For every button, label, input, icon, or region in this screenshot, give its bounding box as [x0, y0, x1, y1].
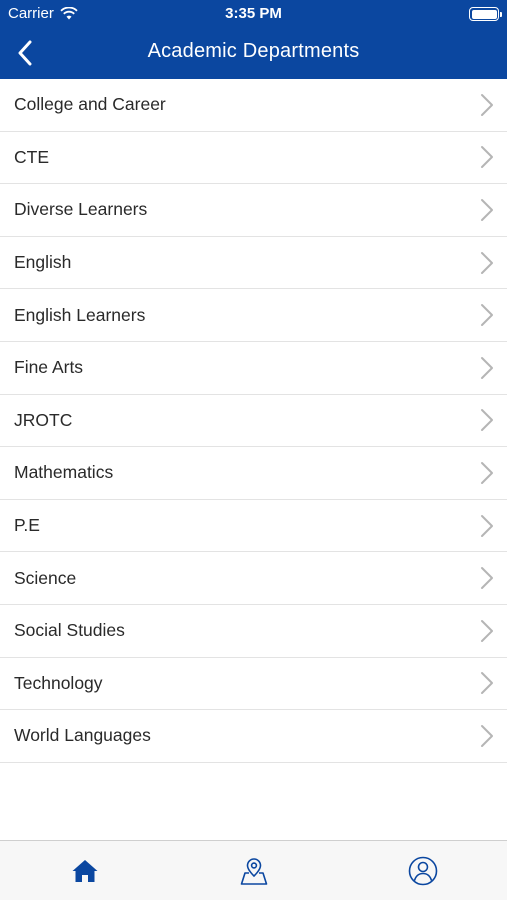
- list-item[interactable]: College and Career: [0, 79, 507, 132]
- departments-list: College and Career CTE Diverse Learners Eng…: [0, 79, 507, 763]
- list-item-label: World Languages: [14, 725, 151, 746]
- list-item[interactable]: Technology: [0, 657, 507, 711]
- chevron-right-icon: [479, 145, 495, 169]
- chevron-right-icon: [479, 356, 495, 380]
- chevron-right-icon: [479, 671, 495, 695]
- top-bar: Carrier 3:35 PM Academic Departments: [0, 0, 507, 79]
- chevron-right-icon: [479, 251, 495, 275]
- list-item[interactable]: P.E: [0, 499, 507, 553]
- list-item[interactable]: Science: [0, 552, 507, 605]
- list-item[interactable]: JROTC: [0, 394, 507, 448]
- chevron-right-icon: [479, 408, 495, 432]
- list-item-label: CTE: [14, 146, 49, 167]
- map-pin-icon: [240, 857, 267, 885]
- list-item-label: Fine Arts: [14, 357, 84, 378]
- tab-profile[interactable]: [338, 841, 507, 900]
- list-item-label: Social Studies: [14, 620, 125, 641]
- status-bar: Carrier 3:35 PM: [0, 0, 507, 28]
- status-time: 3:35 PM: [225, 5, 282, 22]
- chevron-right-icon: [479, 724, 495, 748]
- list-item[interactable]: English: [0, 236, 507, 290]
- list-item-label: Diverse Learners: [14, 199, 148, 220]
- chevron-right-icon: [479, 514, 495, 538]
- tab-bar: [0, 840, 507, 900]
- list-item-label: Science: [14, 567, 77, 588]
- tab-map[interactable]: [169, 841, 338, 900]
- chevron-right-icon: [479, 93, 495, 117]
- battery-icon: [469, 7, 502, 21]
- list-item[interactable]: Diverse Learners: [0, 184, 507, 237]
- list-item-label: Mathematics: [14, 462, 114, 483]
- list-item-label: English Learners: [14, 304, 146, 325]
- chevron-right-icon: [479, 566, 495, 590]
- tab-home[interactable]: [0, 841, 169, 900]
- list-item-label: Technology: [14, 672, 103, 693]
- list-item[interactable]: Mathematics: [0, 447, 507, 500]
- list-item-label: College and Career: [14, 94, 166, 115]
- list-item[interactable]: Fine Arts: [0, 341, 507, 395]
- chevron-right-icon: [479, 198, 495, 222]
- list-item[interactable]: English Learners: [0, 289, 507, 342]
- list-item-label: JROTC: [14, 409, 73, 430]
- home-icon: [72, 859, 97, 882]
- user-icon: [408, 856, 437, 885]
- list-item-label: English: [14, 252, 72, 273]
- page-title: Academic Departments: [147, 40, 360, 62]
- list-item[interactable]: Social Studies: [0, 604, 507, 658]
- list-item[interactable]: World Languages: [0, 710, 507, 763]
- chevron-right-icon: [479, 303, 495, 327]
- list-item-label: P.E: [14, 515, 40, 536]
- list-item[interactable]: CTE: [0, 131, 507, 185]
- chevron-right-icon: [479, 461, 495, 485]
- chevron-right-icon: [479, 619, 495, 643]
- navigation-bar: Academic Departments: [0, 28, 507, 79]
